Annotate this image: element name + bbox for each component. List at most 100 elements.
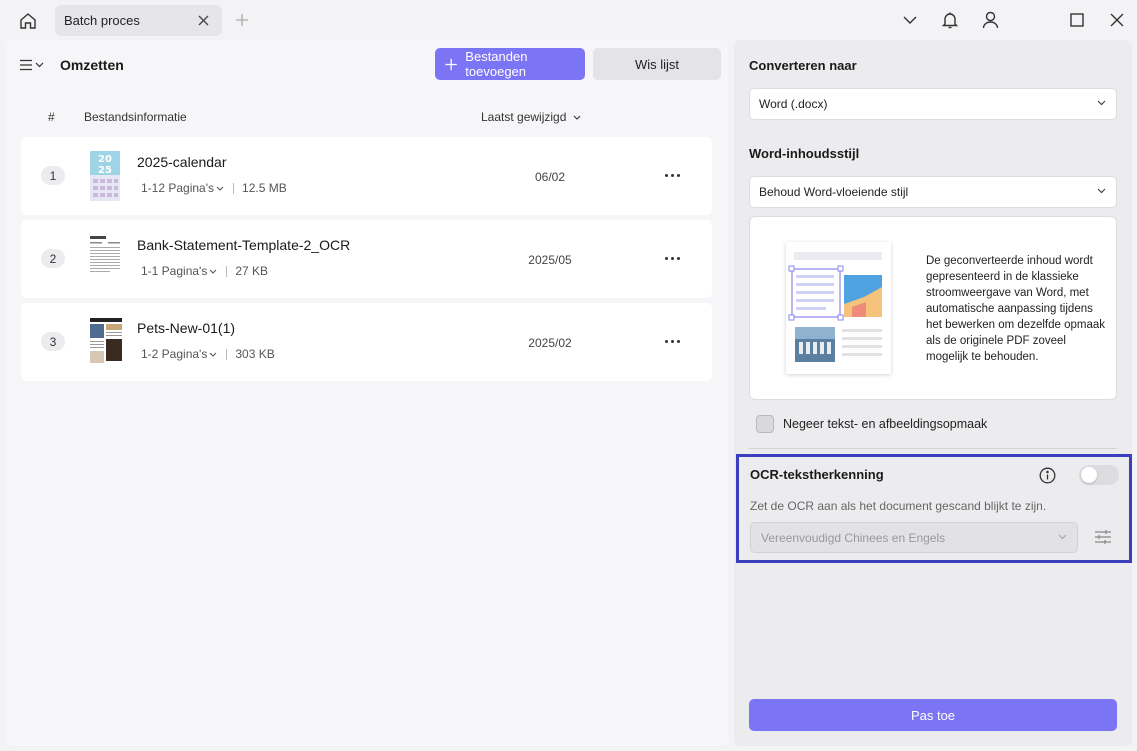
chevron-down-icon: [35, 62, 44, 68]
ignore-formatting-label: Negeer tekst- en afbeeldingsopmaak: [783, 417, 988, 431]
chevron-down-icon: [573, 115, 581, 120]
file-date: 2025/02: [528, 336, 572, 350]
file-list-panel: Omzetten Bestanden toevoegen Wis lijst #…: [5, 40, 728, 746]
output-format-value: Word (.docx): [759, 97, 828, 111]
chevron-down-icon: [209, 352, 217, 357]
chevron-down-icon: [1097, 188, 1106, 194]
chevron-down-icon: [1097, 100, 1106, 106]
ocr-settings-button[interactable]: [1093, 527, 1113, 547]
dropdown-button[interactable]: [900, 10, 920, 30]
add-files-button[interactable]: Bestanden toevoegen: [435, 48, 585, 80]
notifications-button[interactable]: [940, 10, 960, 30]
ocr-info-button[interactable]: [1038, 466, 1056, 484]
page-range: 1-2 Pagina's: [141, 347, 208, 361]
add-files-label: Bestanden toevoegen: [465, 49, 528, 79]
hamburger-icon: [20, 59, 32, 71]
file-list-header: Omzetten Bestanden toevoegen Wis lijst: [5, 40, 728, 90]
style-preview-card: De geconverteerde inhoud wordt gepresent…: [749, 216, 1117, 400]
file-size: 303 KB: [235, 347, 275, 361]
meta-divider: [233, 182, 235, 194]
page-range: 1-12 Pagina's: [141, 181, 215, 195]
style-description: De geconverteerde inhoud wordt gepresent…: [926, 255, 1105, 363]
file-date: 06/02: [534, 170, 566, 184]
home-icon: [20, 13, 36, 29]
sliders-icon: [1095, 530, 1111, 544]
ocr-toggle[interactable]: [1079, 465, 1119, 485]
more-dot: [664, 339, 668, 343]
clear-list-button[interactable]: Wis lijst: [593, 48, 721, 80]
more-dot: [676, 173, 680, 177]
table-row[interactable]: 3 Pets-New-01(1) 1-2 Pagina's 303 KB 202…: [21, 303, 712, 381]
info-icon: [1039, 467, 1055, 483]
meta-divider: [226, 265, 228, 277]
ocr-title: OCR-tekstherkenning: [750, 467, 884, 482]
ocr-hint: Zet de OCR aan als het document gescand …: [750, 499, 1047, 513]
row-number: 2: [41, 249, 65, 268]
ocr-language-select[interactable]: Vereenvoudigd Chinees en Engels: [750, 522, 1078, 553]
tab-title: Batch proces: [64, 13, 140, 28]
column-header-last-modified[interactable]: Laatst gewijzigd: [481, 110, 581, 124]
plus-icon: [236, 14, 248, 26]
row-number: 3: [41, 332, 65, 351]
more-dot: [670, 339, 674, 343]
tab-batch-process[interactable]: Batch proces: [55, 5, 222, 36]
more-dot: [664, 173, 668, 177]
document-preview-illustration: [786, 242, 891, 374]
page-title: Omzetten: [60, 57, 124, 73]
more-options-button[interactable]: [661, 248, 683, 268]
file-meta: 1-12 Pagina's 12.5 MB: [141, 181, 287, 195]
home-button[interactable]: [14, 8, 42, 34]
more-dot: [664, 256, 668, 260]
chevron-down-icon: [216, 186, 224, 191]
more-options-button[interactable]: [661, 165, 683, 185]
svg-text:25: 25: [98, 165, 112, 176]
word-style-label: Word-inhoudsstijl: [749, 146, 860, 161]
tab-close-button[interactable]: [196, 13, 210, 27]
new-tab-button[interactable]: [234, 12, 250, 28]
conversion-settings-panel: Converteren naar Word (.docx) Word-inhou…: [734, 40, 1132, 746]
output-format-select[interactable]: Word (.docx): [749, 88, 1117, 120]
file-meta: 1-1 Pagina's 27 KB: [141, 264, 268, 278]
chevron-down-icon: [903, 16, 917, 24]
plus-icon: [445, 58, 457, 70]
last-modified-label: Laatst gewijzigd: [481, 110, 567, 124]
file-date: 2025/05: [528, 253, 572, 267]
close-icon: [198, 15, 208, 25]
page-range-dropdown[interactable]: 1-2 Pagina's: [141, 347, 217, 361]
ignore-formatting-checkbox[interactable]: [756, 415, 774, 433]
page-range-dropdown[interactable]: 1-12 Pagina's: [141, 181, 224, 195]
file-thumbnail: [88, 317, 124, 367]
title-bar: Batch proces: [0, 0, 1137, 40]
file-thumbnail: 20 25: [90, 151, 120, 201]
ocr-section: OCR-tekstherkenning Zet de OCR aan als h…: [736, 454, 1132, 563]
word-style-value: Behoud Word-vloeiende stijl: [759, 185, 909, 199]
maximize-icon: [1070, 13, 1084, 27]
meta-divider: [226, 348, 228, 360]
file-name: Bank-Statement-Template-2_OCR: [137, 237, 351, 253]
menu-button[interactable]: [19, 56, 47, 74]
more-dot: [670, 173, 674, 177]
more-dot: [670, 256, 674, 260]
file-name: 2025-calendar: [137, 154, 227, 170]
toggle-knob: [1081, 467, 1097, 483]
file-meta: 1-2 Pagina's 303 KB: [141, 347, 275, 361]
table-row[interactable]: 2 Bank-Statement-Template-2_OCR 1-1 Pagi…: [21, 220, 712, 298]
user-icon: [982, 11, 998, 29]
window-close-button[interactable]: [1107, 10, 1127, 30]
more-dot: [676, 256, 680, 260]
page-range: 1-1 Pagina's: [141, 264, 208, 278]
file-thumbnail: [86, 234, 124, 284]
file-size: 27 KB: [235, 264, 269, 278]
account-button[interactable]: [980, 10, 1000, 30]
chevron-down-icon: [209, 269, 217, 274]
word-style-select[interactable]: Behoud Word-vloeiende stijl: [749, 176, 1117, 208]
column-header-number: #: [48, 110, 55, 124]
ignore-formatting-option[interactable]: Negeer tekst- en afbeeldingsopmaak: [756, 415, 987, 433]
more-options-button[interactable]: [661, 331, 683, 351]
more-dot: [676, 339, 680, 343]
file-name: Pets-New-01(1): [137, 320, 236, 336]
table-row[interactable]: 1 20 25 2025-calendar 1-12 Pagina's 12.5…: [21, 137, 712, 215]
page-range-dropdown[interactable]: 1-1 Pagina's: [141, 264, 217, 278]
maximize-button[interactable]: [1067, 10, 1087, 30]
apply-button[interactable]: Pas toe: [749, 699, 1117, 731]
